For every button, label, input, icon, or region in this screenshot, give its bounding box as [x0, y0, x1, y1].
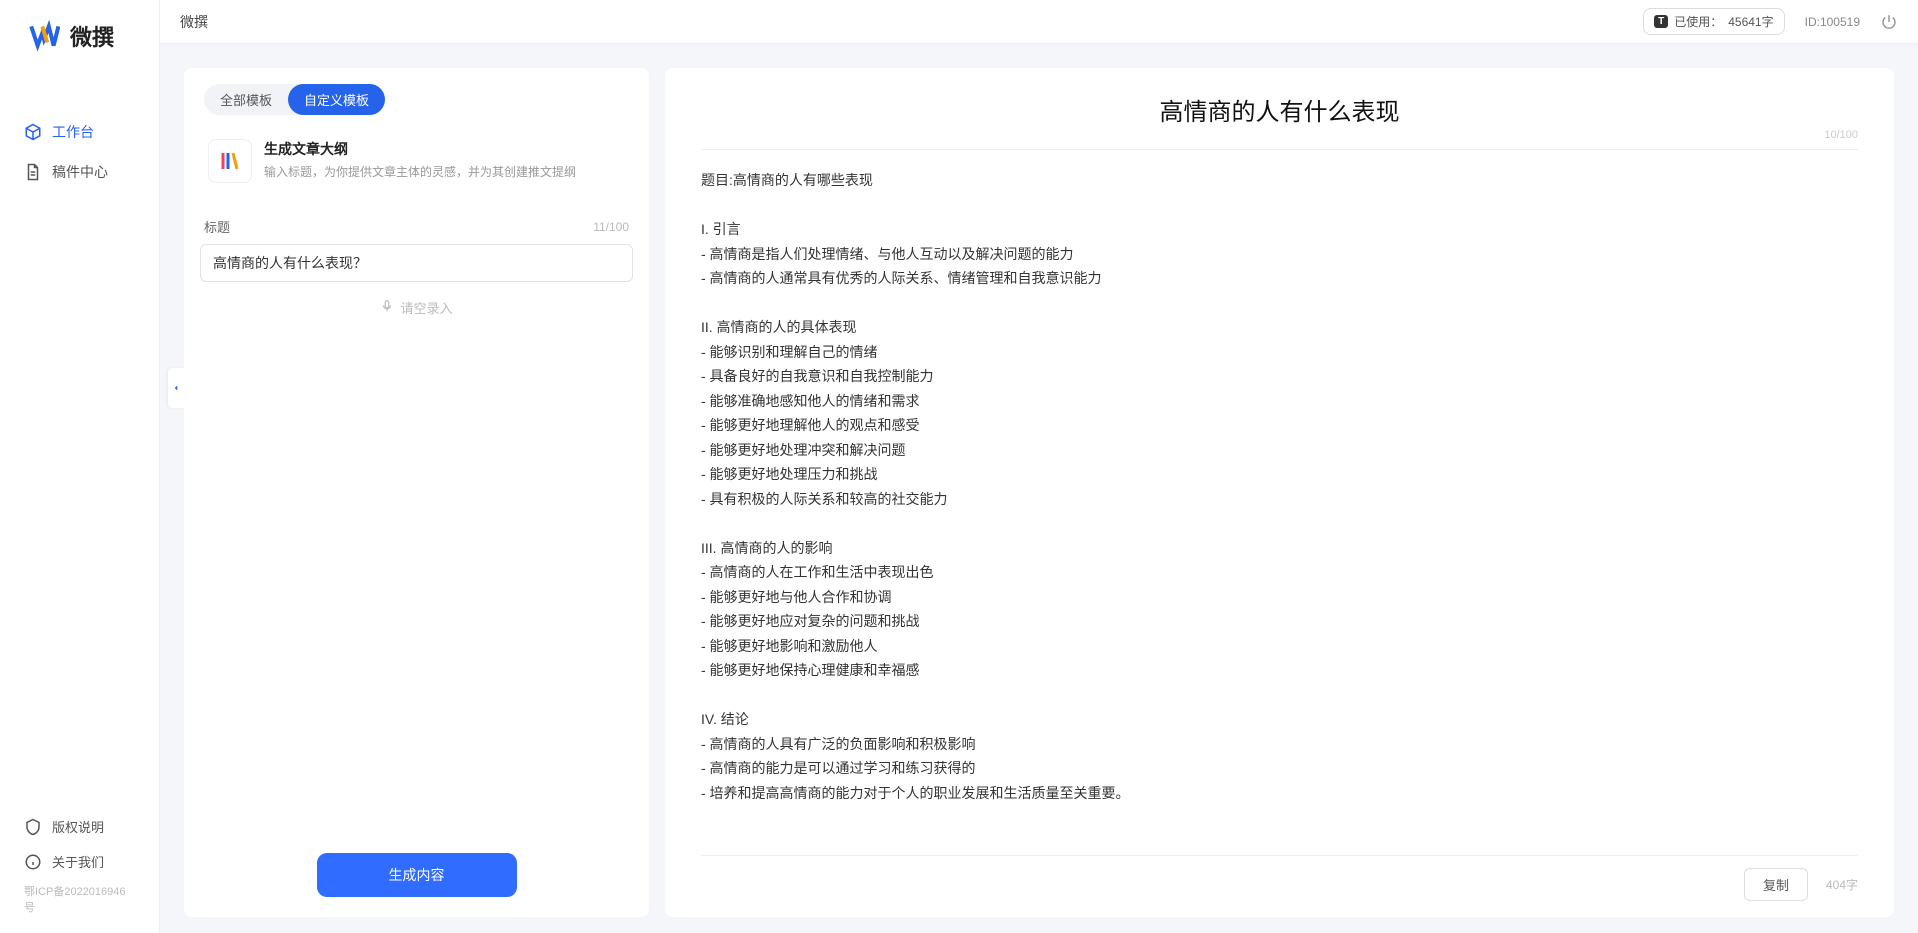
- divider: [701, 149, 1858, 150]
- generate-area: 生成内容: [200, 845, 633, 901]
- cube-icon: [24, 123, 42, 141]
- logo: 微撰: [0, 0, 159, 72]
- sidebar-nav: 工作台 稿件中心: [0, 72, 159, 809]
- content: 全部模板 自定义模板 生成文章大纲 输入标题，为你提供文章主体的灵感，并为其创建…: [160, 44, 1918, 933]
- sidebar-item-drafts[interactable]: 稿件中心: [0, 152, 159, 192]
- output-footer: 复制 404字: [701, 855, 1858, 901]
- usage-prefix: 已使用：: [1674, 13, 1722, 30]
- page-title: 微撰: [180, 12, 208, 32]
- template-desc: 输入标题，为你提供文章主体的灵感，并为其创建推文提纲: [264, 163, 576, 180]
- output-header: 高情商的人有什么表现 10/100: [701, 92, 1858, 127]
- logo-icon: [28, 20, 60, 52]
- output-body[interactable]: 题目:高情商的人有哪些表现 I. 引言 - 高情商是指人们处理情绪、与他人互动以…: [701, 168, 1858, 843]
- usage-value: 45641字: [1728, 13, 1773, 30]
- template-tabs: 全部模板 自定义模板: [204, 84, 385, 115]
- app-root: 微撰 工作台 稿件中心 版权说明: [0, 0, 1918, 933]
- user-id: ID:100519: [1805, 15, 1860, 29]
- main-area: 微撰 T 已使用： 45641字 ID:100519: [160, 0, 1918, 933]
- title-char-count: 10/100: [1824, 129, 1858, 141]
- output-title: 高情商的人有什么表现: [701, 92, 1858, 127]
- info-icon: [24, 853, 42, 871]
- document-icon: [24, 163, 42, 181]
- sidebar: 微撰 工作台 稿件中心 版权说明: [0, 0, 160, 933]
- footer-label: 关于我们: [52, 852, 104, 871]
- sidebar-item-copyright[interactable]: 版权说明: [0, 809, 159, 844]
- tab-custom-templates[interactable]: 自定义模板: [288, 84, 385, 115]
- sidebar-item-workbench[interactable]: 工作台: [0, 112, 159, 152]
- icp-text: 鄂ICP备2022016946号: [0, 879, 159, 923]
- footer-label: 版权说明: [52, 817, 104, 836]
- template-card: 生成文章大纲 输入标题，为你提供文章主体的灵感，并为其创建推文提纲: [200, 129, 633, 197]
- sidebar-item-about[interactable]: 关于我们: [0, 844, 159, 879]
- nav-label: 稿件中心: [52, 162, 108, 182]
- generate-button[interactable]: 生成内容: [317, 853, 517, 897]
- usage-pill[interactable]: T 已使用： 45641字: [1643, 8, 1785, 35]
- title-field-group: 标题 11/100: [200, 217, 633, 282]
- copy-button[interactable]: 复制: [1744, 868, 1808, 901]
- output-word-count: 404字: [1826, 876, 1858, 893]
- text-badge-icon: T: [1654, 15, 1668, 28]
- power-icon[interactable]: [1880, 13, 1898, 31]
- voice-label: 请空录入: [400, 298, 452, 317]
- topbar: 微撰 T 已使用： 45641字 ID:100519: [160, 0, 1918, 44]
- field-label-title: 标题: [204, 217, 230, 236]
- template-title: 生成文章大纲: [264, 139, 576, 159]
- mic-icon: [380, 299, 394, 316]
- voice-input-button[interactable]: 请空录入: [200, 298, 633, 317]
- char-count: 11/100: [593, 220, 629, 234]
- title-input[interactable]: [200, 244, 633, 282]
- nav-label: 工作台: [52, 122, 94, 142]
- template-info: 生成文章大纲 输入标题，为你提供文章主体的灵感，并为其创建推文提纲: [264, 139, 576, 180]
- template-thumb-icon: [208, 139, 252, 183]
- tab-all-templates[interactable]: 全部模板: [204, 84, 288, 115]
- left-panel: 全部模板 自定义模板 生成文章大纲 输入标题，为你提供文章主体的灵感，并为其创建…: [184, 68, 649, 917]
- right-panel: 高情商的人有什么表现 10/100 题目:高情商的人有哪些表现 I. 引言 - …: [665, 68, 1894, 917]
- sidebar-footer: 版权说明 关于我们 鄂ICP备2022016946号: [0, 809, 159, 933]
- shield-icon: [24, 818, 42, 836]
- topbar-right: T 已使用： 45641字 ID:100519: [1643, 8, 1898, 35]
- collapse-handle[interactable]: [168, 368, 184, 408]
- logo-text: 微撰: [70, 20, 114, 52]
